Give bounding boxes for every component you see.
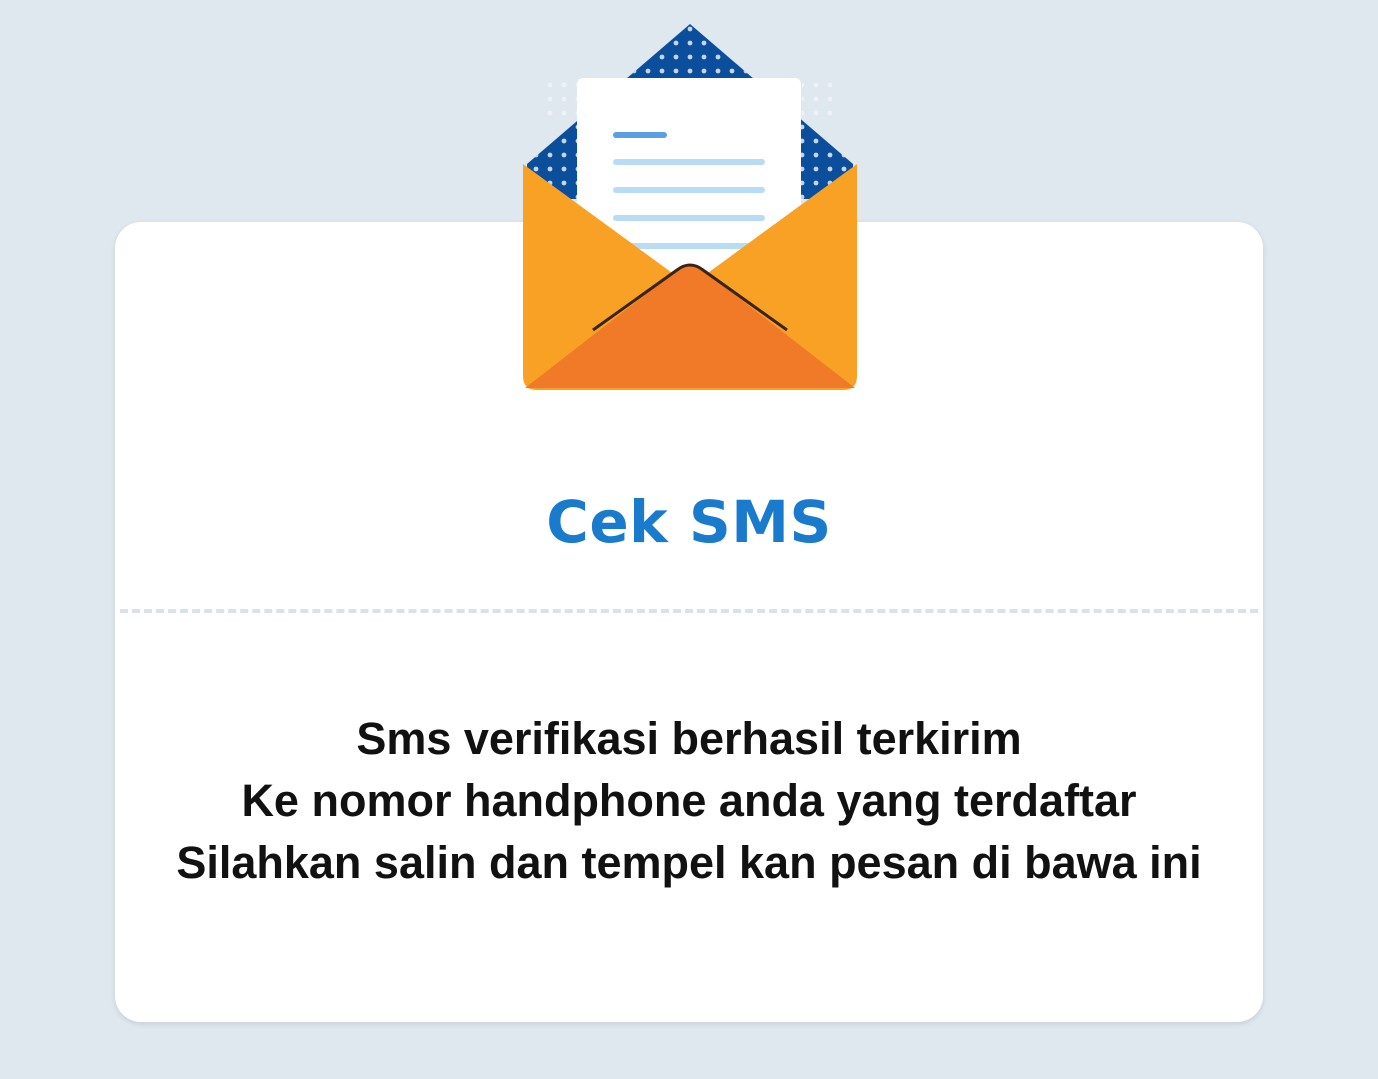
sms-message: Sms verifikasi berhasil terkirim Ke nomo… <box>115 708 1263 894</box>
open-envelope-icon <box>523 24 857 390</box>
dashed-divider <box>120 609 1258 613</box>
message-line-2: Ke nomor handphone anda yang terdaftar <box>241 775 1137 826</box>
page-title: Cek SMS <box>546 488 832 556</box>
message-line-1: Sms verifikasi berhasil terkirim <box>356 713 1022 764</box>
message-line-3: Silahkan salin dan tempel kan pesan di b… <box>176 837 1202 888</box>
